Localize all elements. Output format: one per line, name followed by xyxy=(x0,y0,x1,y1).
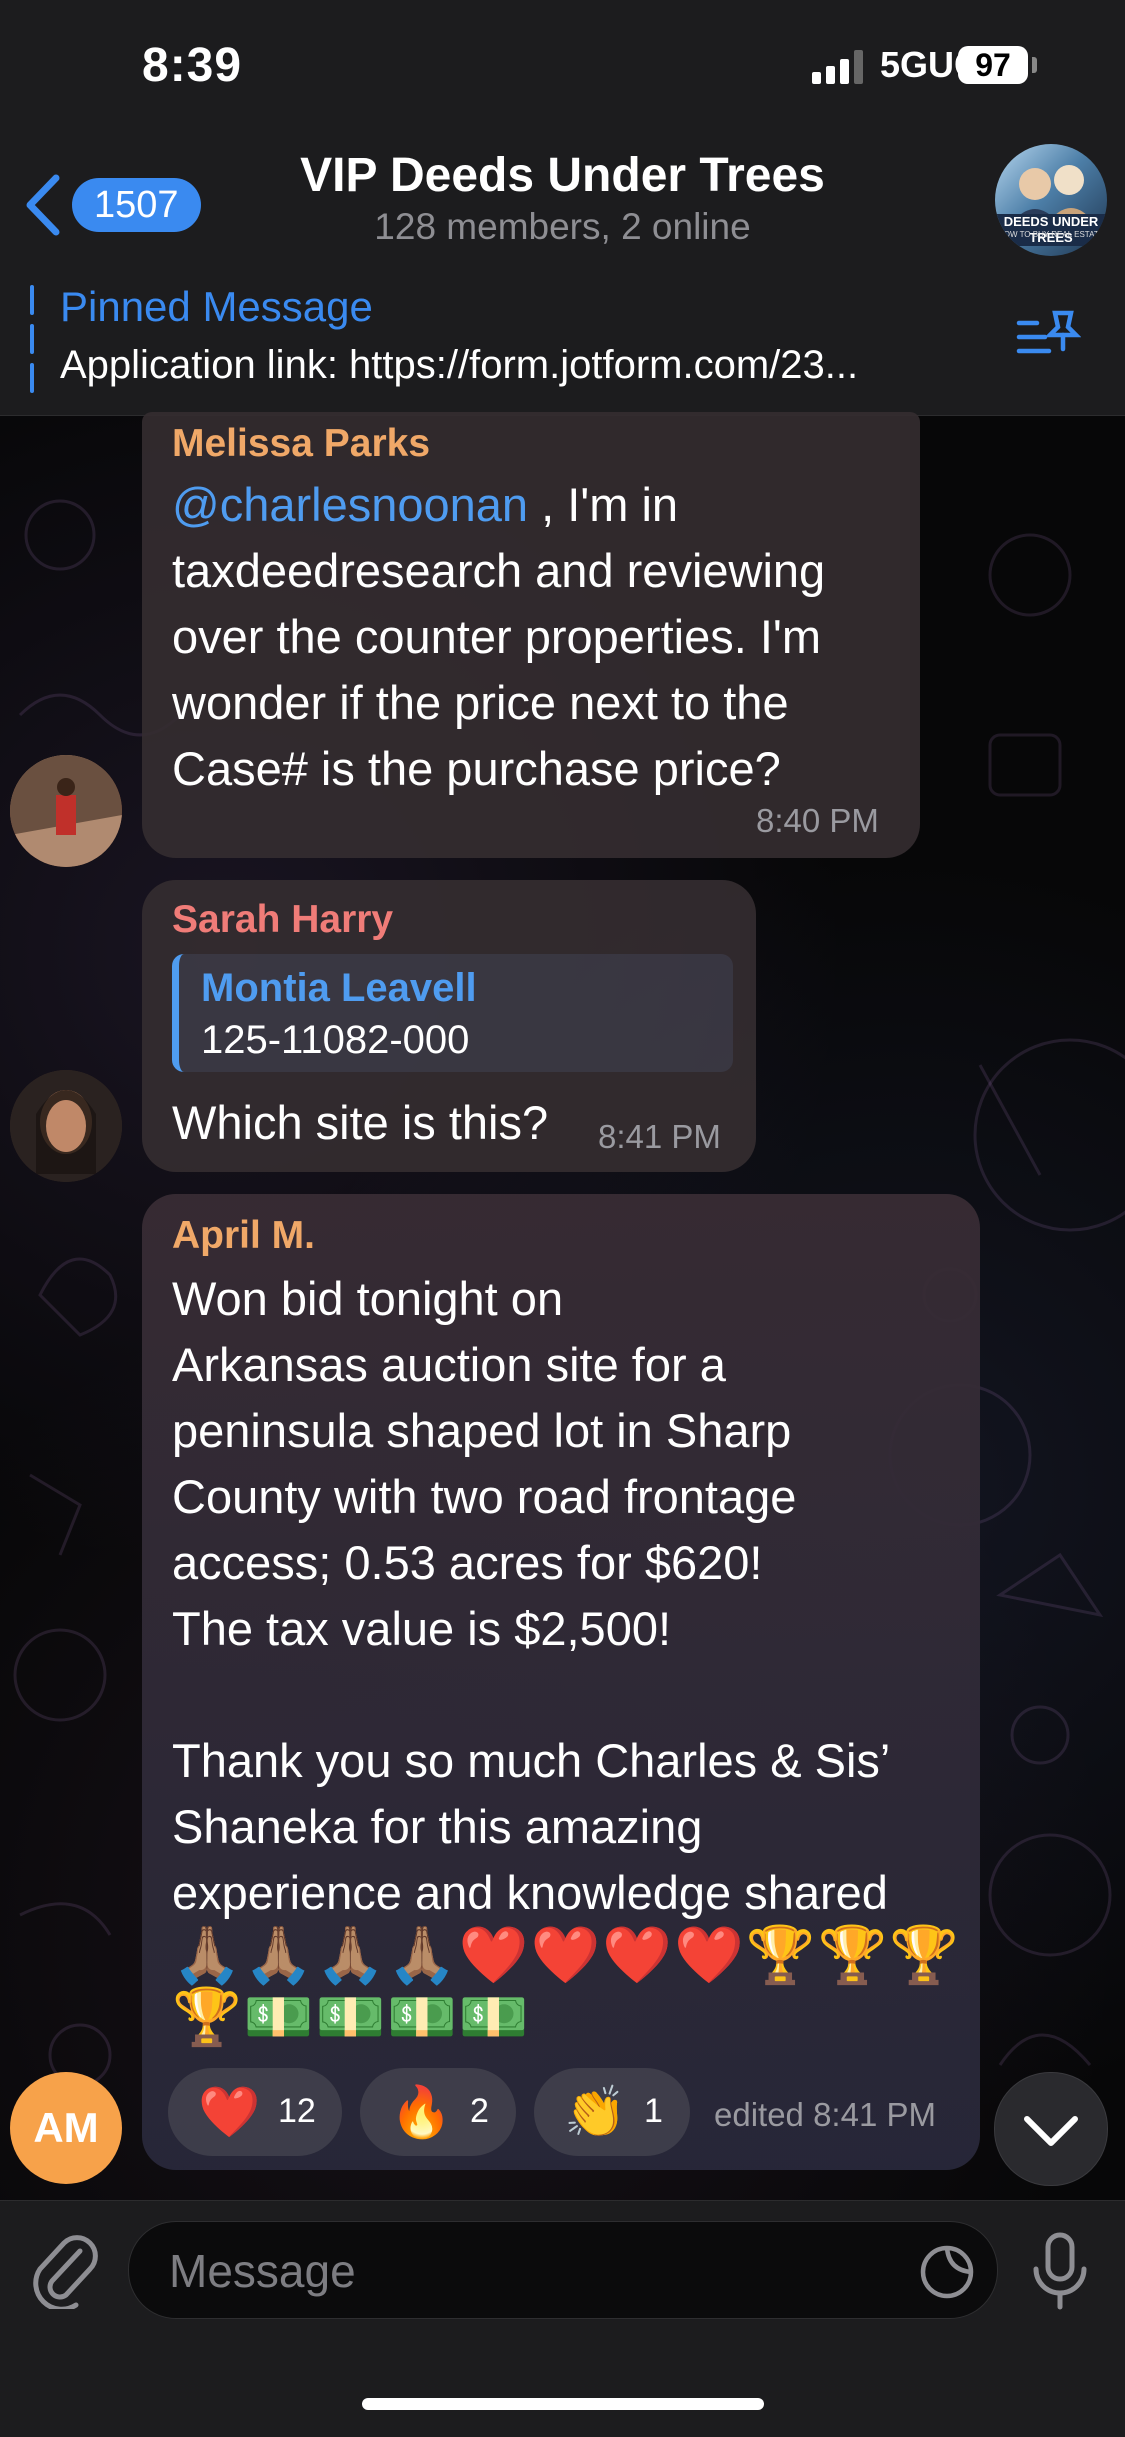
battery-tip xyxy=(1032,57,1037,73)
mention-link[interactable]: @charlesnoonan xyxy=(172,478,528,531)
group-avatar-subtext: HOW TO BUY REAL ESTATE xyxy=(997,230,1105,239)
message-text: Won bid tonight on Arkansas auction site… xyxy=(172,1272,891,1919)
attach-icon[interactable] xyxy=(30,2229,100,2309)
status-time: 8:39 xyxy=(142,39,243,92)
status-bar: 8:39 5GUC 97 xyxy=(0,0,1125,130)
scroll-to-bottom-button[interactable] xyxy=(994,2072,1108,2186)
pinned-indicator xyxy=(30,285,34,393)
fire-icon: 🔥 xyxy=(390,2084,453,2140)
message-bubble[interactable]: Sarah Harry Montia Leavell 125-11082-000… xyxy=(142,880,756,1172)
reaction-count: 12 xyxy=(278,2092,316,2130)
unread-count-badge: 1507 xyxy=(72,178,201,232)
back-chevron-icon xyxy=(26,174,60,236)
back-button[interactable]: 1507 xyxy=(22,168,222,238)
message-sender[interactable]: Melissa Parks xyxy=(172,422,430,466)
reaction-count: 1 xyxy=(644,2092,663,2130)
message-input[interactable] xyxy=(167,2222,911,2320)
emoji-line: 🙏🏽🙏🏽🙏🏽🙏🏽❤️❤️❤️❤️🏆🏆🏆 xyxy=(172,1923,961,1986)
sticker-icon[interactable] xyxy=(919,2244,975,2300)
avatar-initials[interactable]: AM xyxy=(10,2072,122,2184)
mic-icon[interactable] xyxy=(1028,2231,1092,2315)
pinned-message-bar[interactable]: Pinned Message Application link: https:/… xyxy=(0,265,1125,416)
message-text: Which site is this? xyxy=(172,1096,549,1149)
message-field[interactable] xyxy=(128,2221,998,2320)
pinned-text: Application link: https://form.jotform.c… xyxy=(60,343,859,387)
pin-list-icon[interactable] xyxy=(1015,305,1081,365)
reaction-count: 2 xyxy=(470,2092,489,2130)
reply-quote[interactable]: Montia Leavell 125-11082-000 xyxy=(172,954,733,1072)
message-time: 8:40 PM xyxy=(756,802,879,839)
chat-header: VIP Deeds Under Trees 128 members, 2 onl… xyxy=(0,130,1125,266)
message-sender[interactable]: Sarah Harry xyxy=(172,898,393,942)
battery-level: 97 xyxy=(958,46,1028,84)
chevron-down-icon xyxy=(1024,2116,1078,2146)
avatar[interactable] xyxy=(10,1070,122,1182)
reaction-fire[interactable]: 🔥 2 xyxy=(360,2068,516,2156)
avatar-photo xyxy=(10,755,122,867)
signal-icon xyxy=(812,50,863,84)
reply-text: 125-11082-000 xyxy=(201,1018,470,1062)
message-bubble[interactable]: Melissa Parks @charlesnoonan , I'm in ta… xyxy=(142,412,920,858)
group-avatar[interactable]: DEEDS UNDER TREES HOW TO BUY REAL ESTATE xyxy=(995,144,1107,256)
message-time: 8:41 PM xyxy=(598,1118,721,1155)
avatar[interactable] xyxy=(10,755,122,867)
clap-icon: 👏 xyxy=(564,2084,627,2140)
message-time: edited 8:41 PM xyxy=(714,2096,936,2133)
message-text: @charlesnoonan , I'm in taxdeedresearch … xyxy=(172,472,902,802)
message-sender[interactable]: April M. xyxy=(172,1214,315,1258)
pinned-title: Pinned Message xyxy=(60,283,373,330)
home-indicator xyxy=(362,2398,764,2410)
reply-author: Montia Leavell xyxy=(201,966,477,1010)
message-bubble[interactable]: April M. Won bid tonight on Arkansas auc… xyxy=(142,1194,980,2170)
heart-icon: ❤️ xyxy=(198,2084,261,2140)
avatar-photo xyxy=(10,1070,122,1182)
emoji-line: 🏆💵💵💵💵 xyxy=(172,1985,531,2048)
reaction-heart[interactable]: ❤️ 12 xyxy=(168,2068,342,2156)
reaction-clap[interactable]: 👏 1 xyxy=(534,2068,690,2156)
